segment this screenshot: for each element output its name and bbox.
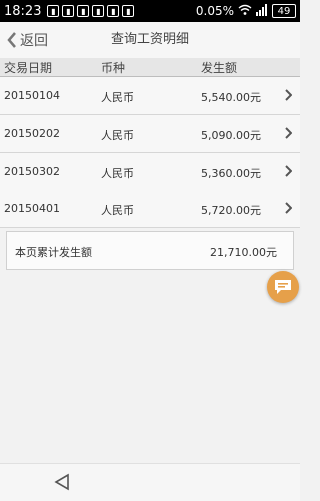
row-amount: 5,720.00元 bbox=[201, 204, 261, 217]
chevron-right-icon bbox=[285, 89, 292, 101]
notification-icon-1: ▮ bbox=[47, 5, 60, 17]
notification-icon-6: ▮ bbox=[122, 5, 135, 17]
row-amount: 5,090.00元 bbox=[201, 129, 261, 142]
header-currency: 币种 bbox=[101, 61, 126, 75]
summary-label: 本页累计发生额 bbox=[15, 246, 92, 259]
back-label: 返回 bbox=[20, 33, 48, 49]
chevron-left-icon bbox=[7, 32, 16, 48]
status-time: 18:23 bbox=[4, 3, 42, 19]
row-amount: 5,540.00元 bbox=[201, 91, 261, 104]
battery-icon: 49 bbox=[272, 4, 296, 18]
notification-icon-2: ▮ bbox=[62, 5, 75, 17]
header-date: 交易日期 bbox=[4, 61, 53, 75]
status-bar: 18:23 ▮ ▮ ▮ ▮ ▮ ▮ 0.05% 49 bbox=[0, 0, 300, 22]
notification-icon-4: ▮ bbox=[92, 5, 105, 17]
triangle-left-icon[interactable] bbox=[54, 473, 70, 491]
table-header: 交易日期 币种 发生额 bbox=[0, 58, 300, 77]
table-row[interactable]: 20150401 人民币 5,720.00元 bbox=[0, 190, 300, 228]
chat-button[interactable] bbox=[267, 271, 299, 303]
row-currency: 人民币 bbox=[101, 91, 134, 104]
chevron-right-icon bbox=[285, 202, 292, 214]
notification-icon-3: ▮ bbox=[77, 5, 90, 17]
table-row[interactable]: 20150202 人民币 5,090.00元 bbox=[0, 115, 300, 153]
back-button[interactable]: 返回 bbox=[6, 22, 48, 58]
notification-icon-5: ▮ bbox=[107, 5, 120, 17]
chevron-right-icon bbox=[285, 127, 292, 139]
row-date: 20150202 bbox=[4, 127, 60, 140]
status-right: 0.05% 49 bbox=[195, 3, 296, 19]
row-date: 20150104 bbox=[4, 89, 60, 102]
wifi-icon bbox=[238, 4, 252, 19]
row-amount: 5,360.00元 bbox=[201, 167, 261, 180]
chevron-right-icon bbox=[285, 165, 292, 177]
row-date: 20150302 bbox=[4, 165, 60, 178]
battery-percent: 0.05% bbox=[195, 4, 234, 18]
table-row[interactable]: 20150104 人民币 5,540.00元 bbox=[0, 77, 300, 115]
row-currency: 人民币 bbox=[101, 167, 134, 180]
system-nav-bar bbox=[0, 463, 300, 501]
notification-icons: ▮ ▮ ▮ ▮ ▮ ▮ bbox=[47, 5, 135, 17]
row-currency: 人民币 bbox=[101, 204, 134, 217]
table-row[interactable]: 20150302 人民币 5,360.00元 bbox=[0, 153, 300, 191]
header-amount: 发生额 bbox=[201, 61, 238, 75]
title-bar: 查询工资明细 返回 bbox=[0, 22, 300, 59]
row-currency: 人民币 bbox=[101, 129, 134, 142]
chat-icon bbox=[275, 280, 291, 294]
row-date: 20150401 bbox=[4, 202, 60, 215]
page-total-summary: 本页累计发生额 21,710.00元 bbox=[6, 231, 294, 270]
signal-icon bbox=[256, 3, 268, 19]
summary-value: 21,710.00元 bbox=[210, 246, 277, 259]
